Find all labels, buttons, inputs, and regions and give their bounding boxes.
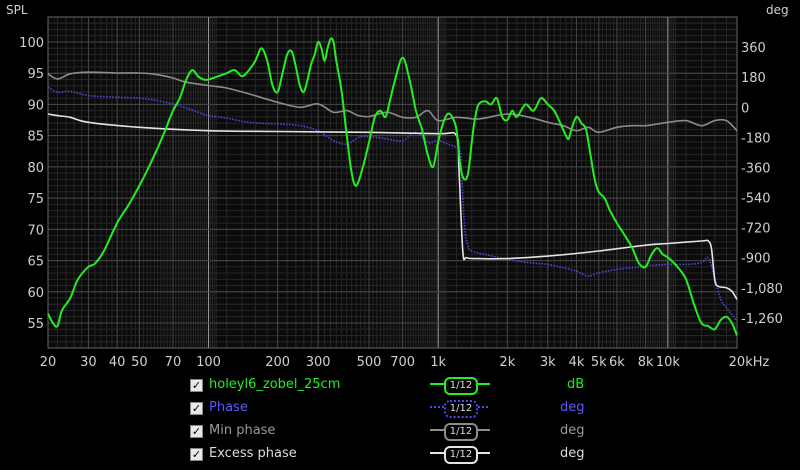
left-y-tick-label: 90 [27,98,44,113]
left-y-tick-label: 85 [27,130,44,145]
right-y-tick-label: -1,260 [741,312,783,327]
x-tick-label: 20 [40,355,57,370]
legend-label-phase: Phase [209,400,248,415]
x-tick-label: 20kHz [729,355,770,370]
legend-unit-excess-phase: deg [560,446,585,461]
legend-label-min-phase: Min phase [209,423,276,438]
left-y-tick-label: 60 [27,286,44,301]
smoothing-label-min-phase: 1/12 [444,423,478,441]
left-y-tick-label: 65 [27,255,44,270]
right-y-tick-label: -900 [741,252,771,267]
visibility-checkbox-phase[interactable]: ✓ [190,402,203,415]
smoothing-control-min-phase[interactable]: 1/12 [430,422,490,441]
smoothing-control-phase[interactable]: 1/12 [430,399,490,418]
x-tick-label: 6k [609,355,625,370]
x-tick-label: 3k [540,355,556,370]
left-y-tick-label: 75 [27,192,44,207]
x-tick-label: 300 [306,355,331,370]
left-y-tick-label: 100 [19,36,44,51]
legend-unit-min-phase: deg [560,423,585,438]
x-tick-label: 4k [569,355,585,370]
legend-row-spl: ✓ holeyl6_zobel_25cm 1/12 dB [0,376,800,396]
left-axis-title: SPL [6,3,28,17]
x-tick-label: 8k [638,355,654,370]
legend: ✓ holeyl6_zobel_25cm 1/12 dB ✓ Phase 1/1… [0,374,800,470]
right-y-tick-label: -540 [741,192,771,207]
right-y-tick-label: 180 [741,71,766,86]
right-y-tick-label: -1,080 [741,282,783,297]
smoothing-control-excess-phase[interactable]: 1/12 [430,445,490,464]
x-tick-label: 30 [80,355,97,370]
x-tick-label: 1k [430,355,446,370]
x-tick-label: 200 [265,355,290,370]
right-axis-title: deg [766,3,789,17]
legend-label-spl: holeyl6_zobel_25cm [209,377,341,392]
x-tick-label: 100 [196,355,221,370]
visibility-checkbox-min-phase[interactable]: ✓ [190,425,203,438]
legend-row-excess-phase: ✓ Excess phase 1/12 deg [0,445,800,465]
smoothing-label-phase: 1/12 [444,400,478,418]
visibility-checkbox-spl[interactable]: ✓ [190,379,203,392]
right-y-tick-label: -180 [741,131,771,146]
right-y-tick-label: 360 [741,41,766,56]
left-y-tick-label: 70 [27,223,44,238]
x-axis-tick-labels: 20 30 40 50 70 100 200 300 500 700 1k 2k 3k 4k 5k 6k 8k 1… [40,355,770,370]
x-tick-label: 700 [390,355,415,370]
right-axis-tick-labels: 360 180 0 -180 -360 -540 -720 -900 -1,080 -1,260 [741,41,783,327]
x-tick-label: 2k [499,355,515,370]
right-y-tick-label: -360 [741,161,771,176]
left-y-tick-label: 95 [27,67,44,82]
left-y-tick-label: 80 [27,161,44,176]
visibility-checkbox-excess-phase[interactable]: ✓ [190,448,203,461]
legend-label-excess-phase: Excess phase [209,446,297,461]
x-tick-label: 5k [591,355,607,370]
left-y-tick-label: 55 [27,317,44,332]
right-y-tick-label: 0 [741,101,749,116]
smoothing-label-spl: 1/12 [444,377,478,395]
right-y-tick-label: -720 [741,222,771,237]
x-tick-label: 10k [656,355,681,370]
legend-unit-spl: dB [567,377,585,392]
x-tick-label: 70 [165,355,182,370]
x-tick-label: 40 [109,355,126,370]
smoothing-label-excess-phase: 1/12 [444,446,478,464]
legend-row-phase: ✓ Phase 1/12 deg [0,399,800,419]
legend-row-min-phase: ✓ Min phase 1/12 deg [0,422,800,442]
x-tick-label: 500 [357,355,382,370]
smoothing-control-spl[interactable]: 1/12 [430,376,490,395]
legend-unit-phase: deg [560,400,585,415]
left-axis-tick-labels: 55 60 65 70 75 80 85 90 95 100 [19,36,44,332]
x-tick-label: 50 [131,355,148,370]
